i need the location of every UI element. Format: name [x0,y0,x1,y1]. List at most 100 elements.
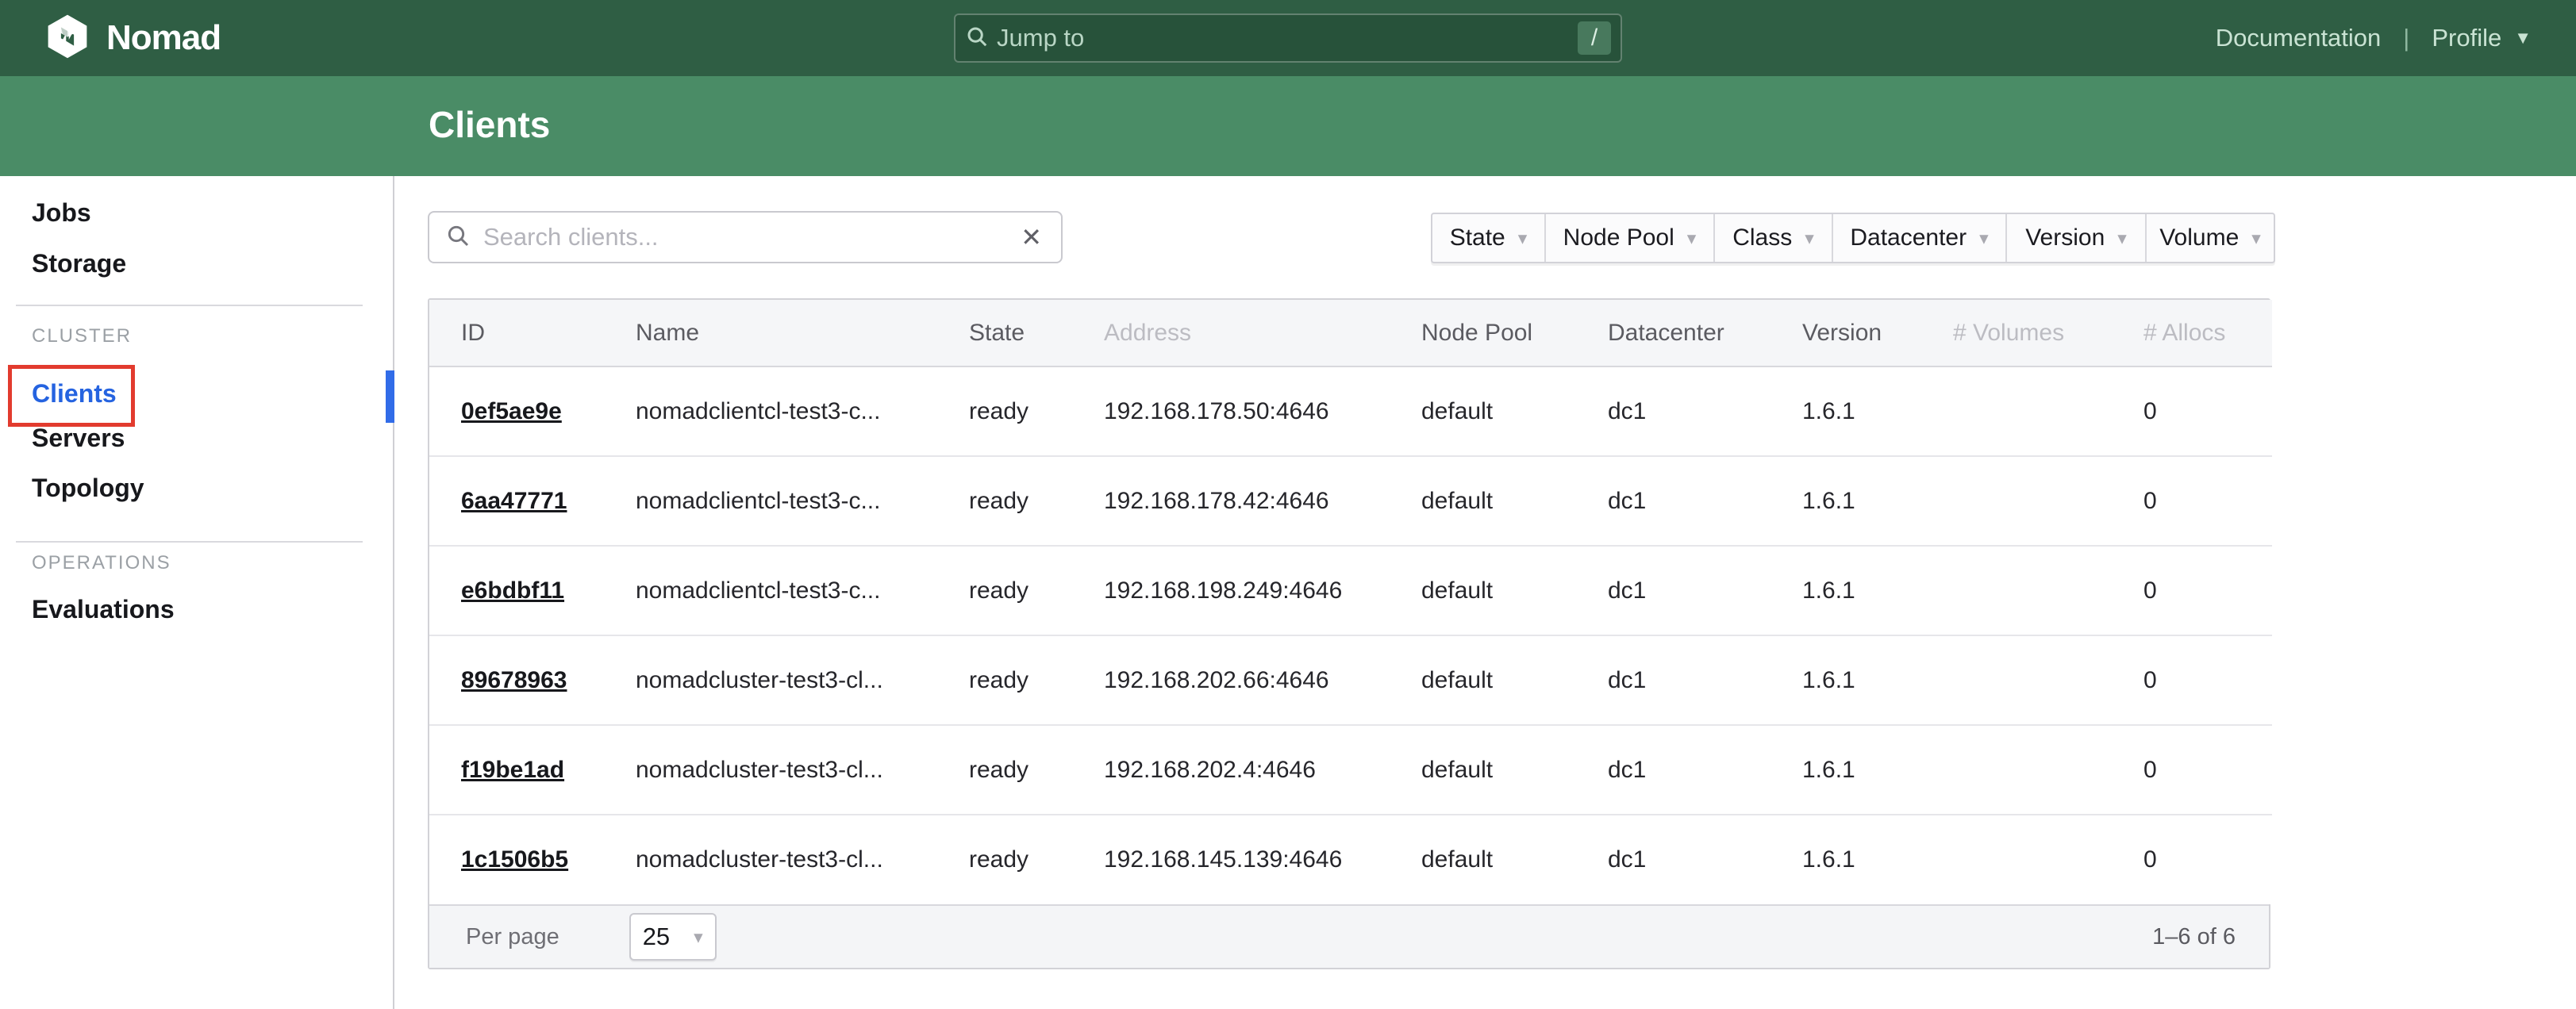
client-allocs: 0 [2112,546,2272,635]
sidebar-item-storage[interactable]: Storage [32,249,126,278]
page-title: Clients [0,76,2576,173]
clients-search-input[interactable] [483,223,1017,251]
client-state: ready [937,815,1072,904]
pagination-range: 1–6 of 6 [2152,924,2236,950]
client-version: 1.6.1 [1771,366,1921,456]
client-name: nomadclientcl-test3-c... [604,456,937,546]
client-state: ready [937,725,1072,815]
client-id-link[interactable]: f19be1ad [461,757,564,783]
client-volumes [1921,815,2112,904]
client-id-link[interactable]: e6bdbf11 [461,577,564,604]
per-page-label: Per page [466,924,559,950]
client-datacenter: dc1 [1576,456,1771,546]
profile-menu[interactable]: Profile ▼ [2432,24,2532,52]
client-node-pool: default [1390,725,1576,815]
client-id-link[interactable]: 1c1506b5 [461,846,568,873]
sidebar-divider [16,541,363,543]
page-header: Clients [0,76,2576,176]
filter-volume[interactable]: Volume ▾ [2145,214,2274,262]
filter-version[interactable]: Version ▾ [2005,214,2145,262]
client-node-pool: default [1390,546,1576,635]
nomad-clients-page: Nomad / Documentation | Profile ▼ Client… [0,0,2576,1009]
client-datacenter: dc1 [1576,725,1771,815]
client-node-pool: default [1390,815,1576,904]
column-header-datacenter[interactable]: Datacenter [1576,300,1771,366]
client-address: 192.168.178.42:4646 [1072,456,1390,546]
table-row[interactable]: e6bdbf11 nomadclientcl-test3-c... ready … [429,546,2272,635]
filter-bar: State ▾ Node Pool ▾ Class ▾ Datacenter ▾… [1431,213,2275,263]
profile-label: Profile [2432,24,2501,52]
clients-search[interactable]: ✕ [428,211,1063,263]
sidebar-item-jobs[interactable]: Jobs [32,198,91,228]
client-version: 1.6.1 [1771,456,1921,546]
client-id-link[interactable]: 6aa47771 [461,488,567,514]
active-item-indicator [386,370,394,423]
table-row[interactable]: 6aa47771 nomadclientcl-test3-c... ready … [429,456,2272,546]
client-node-pool: default [1390,635,1576,725]
client-allocs: 0 [2112,366,2272,456]
sidebar-item-servers[interactable]: Servers [32,424,125,453]
table-row[interactable]: f19be1ad nomadcluster-test3-cl... ready … [429,725,2272,815]
chevron-down-icon: ▾ [1979,228,1989,249]
jump-to-search[interactable]: / [954,13,1622,63]
clear-icon[interactable]: ✕ [1017,222,1045,252]
client-datacenter: dc1 [1576,546,1771,635]
client-name: nomadcluster-test3-cl... [604,725,937,815]
client-volumes [1921,635,2112,725]
top-navbar: Nomad / Documentation | Profile ▼ [0,0,2576,76]
client-volumes [1921,725,2112,815]
table-header-row: ID Name State Address Node Pool Datacent… [429,300,2272,366]
sidebar-item-topology[interactable]: Topology [32,474,144,503]
documentation-link[interactable]: Documentation [2216,24,2382,52]
search-icon [965,25,989,52]
client-name: nomadclientcl-test3-c... [604,366,937,456]
sidebar-divider [16,305,363,306]
filter-datacenter[interactable]: Datacenter ▾ [1832,214,2005,262]
column-header-address: Address [1072,300,1390,366]
column-header-id[interactable]: ID [429,300,604,366]
clients-table: ID Name State Address Node Pool Datacent… [428,298,2270,969]
filter-node-pool[interactable]: Node Pool ▾ [1544,214,1713,262]
table-row[interactable]: 89678963 nomadcluster-test3-cl... ready … [429,635,2272,725]
column-header-state[interactable]: State [937,300,1072,366]
client-allocs: 0 [2112,635,2272,725]
chevron-down-icon: ▾ [694,927,703,948]
client-volumes [1921,546,2112,635]
filter-class[interactable]: Class ▾ [1713,214,1832,262]
chevron-down-icon: ▾ [1687,228,1697,249]
sidebar-item-clients[interactable]: Clients [32,379,117,409]
table-row[interactable]: 0ef5ae9e nomadclientcl-test3-c... ready … [429,366,2272,456]
sidebar-section-cluster: CLUSTER [32,325,132,347]
client-name: nomadclientcl-test3-c... [604,546,937,635]
column-header-allocs: # Allocs [2112,300,2272,366]
client-address: 192.168.202.66:4646 [1072,635,1390,725]
navbar-separator: | [2403,24,2409,52]
navbar-right: Documentation | Profile ▼ [2216,24,2532,52]
client-state: ready [937,546,1072,635]
filter-state[interactable]: State ▾ [1432,214,1544,262]
client-name: nomadcluster-test3-cl... [604,815,937,904]
jump-to-input[interactable] [997,24,1578,52]
client-address: 192.168.202.4:4646 [1072,725,1390,815]
table-row[interactable]: 1c1506b5 nomadcluster-test3-cl... ready … [429,815,2272,904]
sidebar-item-evaluations[interactable]: Evaluations [32,595,175,624]
client-name: nomadcluster-test3-cl... [604,635,937,725]
brand-wordmark: Nomad [106,18,221,58]
client-id-link[interactable]: 89678963 [461,667,567,693]
client-version: 1.6.1 [1771,725,1921,815]
column-header-node-pool[interactable]: Node Pool [1390,300,1576,366]
nomad-logo-icon [44,13,90,63]
column-header-name[interactable]: Name [604,300,937,366]
client-datacenter: dc1 [1576,815,1771,904]
client-node-pool: default [1390,366,1576,456]
client-id-link[interactable]: 0ef5ae9e [461,398,562,424]
column-header-version[interactable]: Version [1771,300,1921,366]
client-datacenter: dc1 [1576,635,1771,725]
client-node-pool: default [1390,456,1576,546]
client-address: 192.168.178.50:4646 [1072,366,1390,456]
chevron-down-icon: ▾ [1805,228,1814,249]
nomad-logo[interactable]: Nomad [44,13,221,63]
slash-shortcut-badge: / [1578,21,1611,55]
per-page-select[interactable]: 25 ▾ [629,913,717,961]
client-volumes [1921,366,2112,456]
